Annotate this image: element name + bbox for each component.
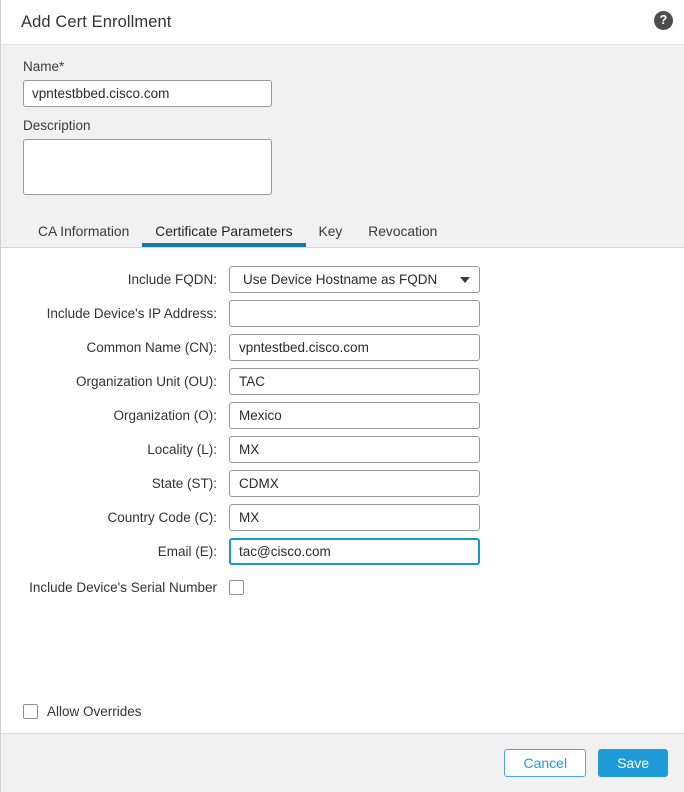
include-device-ip-label: Include Device's IP Address: (46, 305, 217, 321)
tab-key[interactable]: Key (306, 224, 356, 247)
common-name-input[interactable] (229, 333, 480, 361)
page-title: Add Cert Enrollment (21, 12, 172, 31)
allow-overrides-group: Allow Overrides (23, 704, 142, 719)
include-fqdn-select-value[interactable]: Use Device Hostname as FQDN (229, 265, 480, 293)
organization-unit-label: Organization Unit (OU): (75, 373, 217, 389)
row-include-fqdn: Include FQDN: Use Device Hostname as FQD… (1, 262, 684, 296)
common-name-label: Common Name (CN): (86, 339, 217, 355)
row-state: State (ST): (1, 466, 684, 500)
email-label: Email (E): (157, 543, 217, 559)
country-code-label: Country Code (C): (107, 509, 217, 525)
include-serial-number-label: Include Device's Serial Number (29, 579, 217, 595)
row-email: Email (E): (1, 534, 684, 568)
save-button[interactable]: Save (598, 749, 668, 777)
name-input[interactable] (23, 80, 272, 107)
email-input[interactable] (229, 537, 480, 565)
include-device-ip-input[interactable] (229, 299, 480, 327)
name-label: Name* (23, 59, 65, 74)
row-include-serial-number: Include Device's Serial Number (1, 570, 684, 604)
row-organization: Organization (O): (1, 398, 684, 432)
allow-overrides-checkbox[interactable] (23, 704, 38, 719)
include-fqdn-select[interactable]: Use Device Hostname as FQDN (229, 265, 480, 293)
organization-unit-input[interactable] (229, 367, 480, 395)
state-label: State (ST): (151, 475, 217, 491)
include-serial-number-checkbox[interactable] (229, 579, 244, 595)
description-field-group: Description (1, 118, 684, 200)
row-include-device-ip: Include Device's IP Address: (1, 296, 684, 330)
state-input[interactable] (229, 469, 480, 497)
name-field-group: Name* (1, 59, 684, 107)
description-textarea[interactable] (23, 139, 272, 195)
dialog-header: Add Cert Enrollment ? (1, 0, 684, 44)
certificate-parameters-panel: Include FQDN: Use Device Hostname as FQD… (1, 247, 684, 733)
tab-revocation[interactable]: Revocation (355, 224, 450, 247)
tab-bar: CA Information Certificate Parameters Ke… (1, 214, 684, 247)
organization-label: Organization (O): (113, 407, 217, 423)
add-cert-enrollment-dialog: Add Cert Enrollment ? Name* Description … (0, 0, 684, 792)
help-circle-icon[interactable]: ? (654, 11, 673, 30)
tab-certificate-parameters[interactable]: Certificate Parameters (142, 224, 306, 247)
locality-input[interactable] (229, 435, 480, 463)
include-fqdn-label: Include FQDN: (127, 271, 217, 287)
row-country-code: Country Code (C): (1, 500, 684, 534)
locality-label: Locality (L): (147, 441, 217, 457)
row-locality: Locality (L): (1, 432, 684, 466)
allow-overrides-label: Allow Overrides (47, 704, 142, 719)
country-code-input[interactable] (229, 503, 480, 531)
cancel-button[interactable]: Cancel (504, 749, 587, 777)
dialog-upper-section: Name* Description CA Information Certifi… (1, 44, 684, 247)
organization-input[interactable] (229, 401, 480, 429)
dialog-footer: Cancel Save (1, 733, 684, 792)
tab-ca-information[interactable]: CA Information (25, 224, 142, 247)
row-organization-unit: Organization Unit (OU): (1, 364, 684, 398)
row-common-name: Common Name (CN): (1, 330, 684, 364)
description-label: Description (23, 118, 91, 133)
